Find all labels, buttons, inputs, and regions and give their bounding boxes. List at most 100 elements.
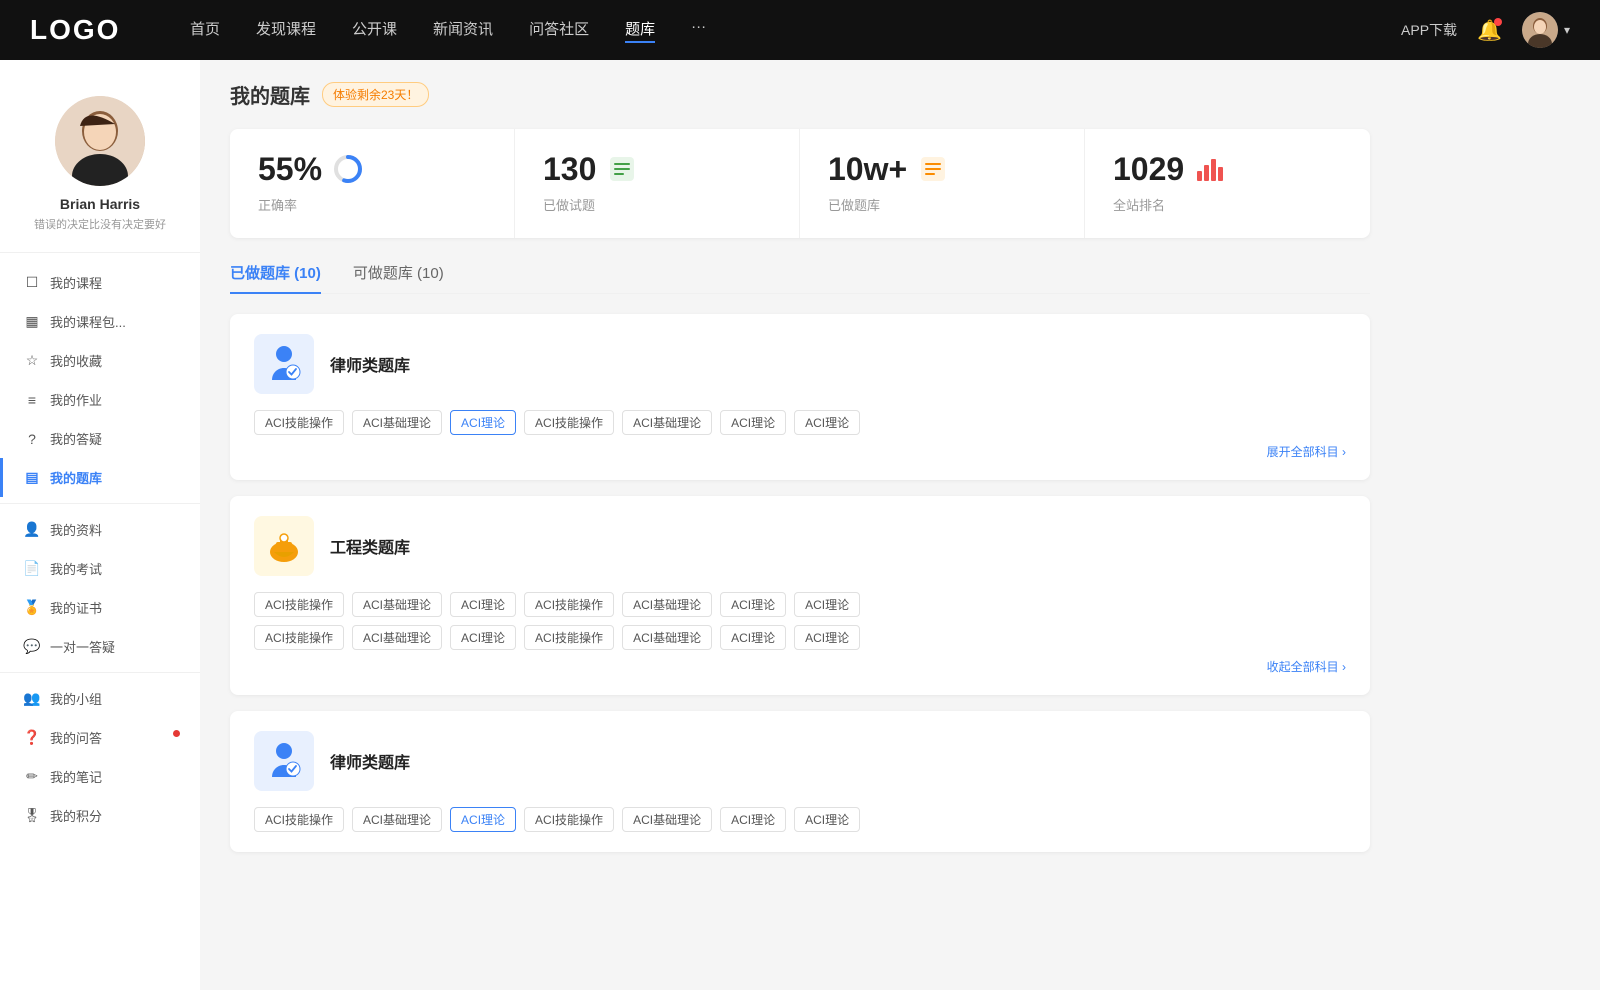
expand-link[interactable]: 展开全部科目 › <box>254 443 1346 460</box>
nav-item-opencourse[interactable]: 公开课 <box>352 18 397 43</box>
sidebar-item-oneone[interactable]: 💬 一对一答疑 <box>0 627 200 666</box>
sidebar-item-profile[interactable]: 👤 我的资料 <box>0 510 200 549</box>
tag[interactable]: ACI技能操作 <box>524 410 614 435</box>
sidebar-item-label: 我的问答 <box>50 728 102 747</box>
sidebar-item-points[interactable]: 🎖 我的积分 <box>0 796 200 835</box>
bar3 <box>1211 159 1216 181</box>
qbank-header: 律师类题库 <box>254 731 1346 791</box>
qbank-tags-row1: ACI技能操作 ACI基础理论 ACI理论 ACI技能操作 ACI基础理论 AC… <box>254 592 1346 617</box>
tab-done[interactable]: 已做题库 (10) <box>230 262 321 293</box>
sidebar-item-certificate[interactable]: 🏅 我的证书 <box>0 588 200 627</box>
tag[interactable]: ACI理论 <box>794 592 860 617</box>
tag[interactable]: ACI基础理论 <box>622 807 712 832</box>
sidebar-item-label: 我的课程 <box>50 273 102 292</box>
tag[interactable]: ACI基础理论 <box>622 592 712 617</box>
tag[interactable]: ACI技能操作 <box>524 625 614 650</box>
user-avatar-menu[interactable]: ▾ <box>1522 12 1570 48</box>
stat-label: 全站排名 <box>1113 195 1342 214</box>
sidebar-item-qbank[interactable]: ▤ 我的题库 <box>0 458 200 497</box>
tag[interactable]: ACI技能操作 <box>254 592 344 617</box>
tag[interactable]: ACI技能操作 <box>524 592 614 617</box>
logo[interactable]: LOGO <box>30 14 130 46</box>
tag[interactable]: ACI技能操作 <box>254 625 344 650</box>
profile-motto: 错误的决定比没有决定要好 <box>24 216 176 232</box>
stat-value: 1029 <box>1113 153 1184 185</box>
sidebar-item-homework[interactable]: ≡ 我的作业 <box>0 380 200 419</box>
sidebar-item-group[interactable]: 👥 我的小组 <box>0 679 200 718</box>
sidebar-item-mycourse[interactable]: ☐ 我的课程 <box>0 263 200 302</box>
profile-icon: 👤 <box>24 522 40 538</box>
nav-item-news[interactable]: 新闻资讯 <box>433 18 493 43</box>
tag[interactable]: ACI基础理论 <box>622 625 712 650</box>
tag[interactable]: ACI基础理论 <box>352 625 442 650</box>
tag[interactable]: ACI理论 <box>794 625 860 650</box>
nav-right: APP下载 🔔 ▾ <box>1401 12 1570 48</box>
qbank-tags: ACI技能操作 ACI基础理论 ACI理论 ACI技能操作 ACI基础理论 AC… <box>254 410 1346 435</box>
page-title: 我的题库 <box>230 80 310 109</box>
sidebar-item-coursepackage[interactable]: ▦ 我的课程包... <box>0 302 200 341</box>
qbank-icon-wrap <box>254 334 314 394</box>
tab-available[interactable]: 可做题库 (10) <box>353 262 444 293</box>
qbank-card-engineering: 工程类题库 ACI技能操作 ACI基础理论 ACI理论 ACI技能操作 ACI基… <box>230 496 1370 695</box>
tag[interactable]: ACI技能操作 <box>254 410 344 435</box>
qbank-title: 律师类题库 <box>330 352 410 376</box>
nav-item-discover[interactable]: 发现课程 <box>256 18 316 43</box>
notification-badge <box>1494 18 1502 26</box>
sidebar-item-notes[interactable]: ✏ 我的笔记 <box>0 757 200 796</box>
tag[interactable]: ACI基础理论 <box>352 592 442 617</box>
sidebar-item-label: 我的作业 <box>50 390 102 409</box>
tag[interactable]: ACI基础理论 <box>352 410 442 435</box>
stat-ranking: 1029 全站排名 <box>1085 129 1370 238</box>
qbank-icon-wrap <box>254 516 314 576</box>
myqa-icon: ❓ <box>24 730 40 746</box>
tag[interactable]: ACI基础理论 <box>622 410 712 435</box>
sidebar-item-myqa[interactable]: ❓ 我的问答 <box>0 718 200 757</box>
stat-label: 正确率 <box>258 195 486 214</box>
lawyer-icon <box>262 342 306 386</box>
tag[interactable]: ACI理论 <box>450 592 516 617</box>
tag[interactable]: ACI技能操作 <box>254 807 344 832</box>
tag[interactable]: ACI技能操作 <box>524 807 614 832</box>
qbank-header: 工程类题库 <box>254 516 1346 576</box>
nav-item-qbank[interactable]: 题库 <box>625 18 655 43</box>
top-navigation: LOGO 首页 发现课程 公开课 新闻资讯 问答社区 题库 ··· APP下载 … <box>0 0 1600 60</box>
tag[interactable]: ACI理论 <box>794 807 860 832</box>
course-package-icon: ▦ <box>24 314 40 330</box>
list-green-icon <box>606 153 638 185</box>
tag[interactable]: ACI理论 <box>794 410 860 435</box>
stat-top: 10w+ <box>828 153 1056 185</box>
bar-red-icon <box>1194 153 1226 185</box>
tag[interactable]: ACI理论 <box>450 410 516 435</box>
tag[interactable]: ACI理论 <box>720 807 786 832</box>
sidebar-item-label: 一对一答疑 <box>50 637 115 656</box>
accuracy-donut-icon <box>332 153 364 185</box>
app-download-button[interactable]: APP下载 <box>1401 20 1457 40</box>
stat-label: 已做试题 <box>543 195 771 214</box>
qbank-icon: ▤ <box>24 470 40 486</box>
tag[interactable]: ACI理论 <box>720 592 786 617</box>
nav-item-qa[interactable]: 问答社区 <box>529 18 589 43</box>
tag[interactable]: ACI基础理论 <box>352 807 442 832</box>
oneone-icon: 💬 <box>24 639 40 655</box>
sidebar-item-label: 我的积分 <box>50 806 102 825</box>
engineering-icon <box>262 524 306 568</box>
notification-bell[interactable]: 🔔 <box>1477 18 1502 43</box>
sidebar-item-questions[interactable]: ? 我的答疑 <box>0 419 200 458</box>
sidebar-item-label: 我的笔记 <box>50 767 102 786</box>
qbank-tags: ACI技能操作 ACI基础理论 ACI理论 ACI技能操作 ACI基础理论 AC… <box>254 807 1346 832</box>
nav-item-more[interactable]: ··· <box>691 18 706 43</box>
notes-icon: ✏ <box>24 769 40 785</box>
sidebar-item-exam[interactable]: 📄 我的考试 <box>0 549 200 588</box>
trial-badge: 体验剩余23天！ <box>322 82 429 107</box>
collapse-link[interactable]: 收起全部科目 › <box>254 658 1346 675</box>
tag[interactable]: ACI理论 <box>720 625 786 650</box>
sidebar-item-favorites[interactable]: ☆ 我的收藏 <box>0 341 200 380</box>
stat-top: 130 <box>543 153 771 185</box>
tag[interactable]: ACI理论 <box>720 410 786 435</box>
tag[interactable]: ACI理论 <box>450 807 516 832</box>
group-icon: 👥 <box>24 691 40 707</box>
nav-item-home[interactable]: 首页 <box>190 18 220 43</box>
tag[interactable]: ACI理论 <box>450 625 516 650</box>
page-header: 我的题库 体验剩余23天！ <box>230 80 1370 109</box>
lawyer2-icon <box>262 739 306 783</box>
